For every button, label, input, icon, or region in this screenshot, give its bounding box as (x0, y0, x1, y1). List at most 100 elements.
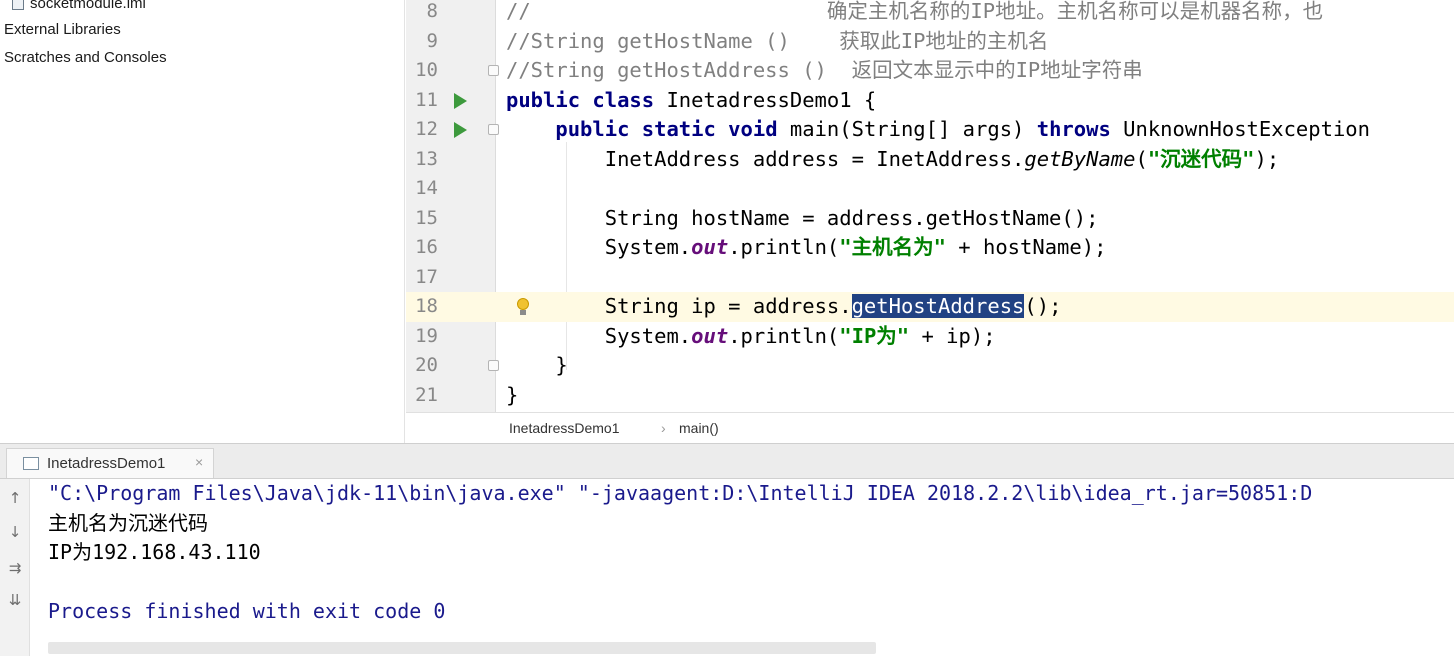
code-fragment: ( (1135, 146, 1148, 171)
fold-marker-icon[interactable] (488, 360, 499, 371)
run-tab-label: InetadressDemo1 (47, 455, 166, 472)
fold-marker-icon[interactable] (488, 65, 499, 76)
scroll-down-icon[interactable]: ↓ (3, 521, 27, 543)
keyword: throws (1036, 117, 1111, 141)
code-comment: //String getHostName () 获取此IP地址的主机名 (506, 28, 1049, 53)
code-statement: } (506, 353, 568, 377)
code-statement: System.out.println("IP为" + ip); (506, 322, 996, 352)
line-number: 13 (415, 147, 438, 170)
line-number: 18 (415, 295, 438, 317)
code-fragment: System. (604, 235, 692, 259)
code-line[interactable]: 8 // 确定主机名称的IP地址。主机名称可以是机器名称，也 (406, 0, 1454, 27)
keyword: public static void (555, 117, 778, 141)
code-statement: InetAddress address = InetAddress.getByN… (506, 145, 1279, 175)
line-number: 8 (426, 0, 438, 22)
close-icon[interactable]: × (195, 454, 203, 470)
string-literal: "主机名为" (839, 235, 946, 259)
soft-wrap-icon[interactable]: ⇉ (3, 557, 27, 579)
code-editor[interactable]: 8 // 确定主机名称的IP地址。主机名称可以是机器名称，也 9 //Strin… (406, 0, 1454, 443)
breadcrumb-method[interactable]: main() (679, 420, 719, 436)
code-fragment: System. (604, 323, 692, 348)
horizontal-scrollbar[interactable] (48, 642, 876, 654)
code-fragment: + hostName); (945, 235, 1107, 259)
run-tab[interactable]: InetadressDemo1 × (6, 448, 214, 478)
code-line[interactable]: 19 System.out.println("IP为" + ip); (406, 322, 1454, 352)
breadcrumb-class[interactable]: InetadressDemo1 (509, 420, 620, 436)
line-number: 15 (415, 206, 438, 229)
code-statement: String ip = address.getHostAddress(); (506, 292, 1061, 322)
string-literal: "沉迷代码" (1147, 146, 1255, 171)
code-line[interactable]: 17 (406, 263, 1454, 293)
code-statement: public class InetadressDemo1 { (506, 86, 876, 116)
code-line[interactable]: 20 } (406, 351, 1454, 381)
line-number: 9 (426, 29, 438, 52)
code-line[interactable]: 10 //String getHostAddress () 返回文本显示中的IP… (406, 56, 1454, 86)
code-statement: public static void main(String[] args) t… (506, 115, 1370, 145)
line-number: 10 (415, 59, 438, 81)
run-method-icon[interactable] (454, 122, 467, 138)
code-fragment: .println( (728, 323, 840, 348)
tree-item-label: Scratches and Consoles (4, 49, 167, 66)
run-class-icon[interactable] (454, 92, 467, 109)
code-line[interactable]: 16 System.out.println("主机名为" + hostName)… (406, 233, 1454, 263)
run-config-icon (23, 457, 39, 470)
run-toolbar: ↑ ↓ ⇉ ⇊ (0, 479, 30, 656)
scroll-to-end-icon[interactable]: ⇊ (3, 589, 27, 611)
console-line: 主机名为沉迷代码 (48, 510, 208, 535)
code-line[interactable]: 9 //String getHostName () 获取此IP地址的主机名 (406, 27, 1454, 57)
code-line[interactable]: 13 InetAddress address = InetAddress.get… (406, 145, 1454, 175)
run-tab-bar: InetadressDemo1 × (0, 443, 1454, 479)
code-fragment: InetadressDemo1 { (654, 87, 877, 112)
static-field: out (691, 323, 729, 348)
fold-marker-icon[interactable] (488, 124, 499, 135)
breadcrumb: InetadressDemo1 › main() (406, 412, 1454, 443)
file-icon (12, 0, 24, 10)
tree-item-external-libraries[interactable]: External Libraries (4, 18, 121, 42)
code-fragment: (); (1024, 294, 1062, 318)
code-comment: //String getHostAddress () 返回文本显示中的IP地址字… (506, 58, 1143, 82)
console-line-exit: Process finished with exit code 0 (48, 599, 446, 623)
console-output[interactable]: "C:\Program Files\Java\jdk-11\bin\java.e… (31, 479, 1454, 656)
code-statement: System.out.println("主机名为" + hostName); (506, 233, 1107, 263)
selected-text[interactable]: getHostAddress (851, 294, 1025, 318)
code-comment: // 确定主机名称的IP地址。主机名称可以是机器名称，也 (506, 0, 1324, 23)
code-line[interactable]: 15 String hostName = address.getHostName… (406, 204, 1454, 234)
code-fragment: InetAddress address = InetAddress. (604, 146, 1025, 171)
code-fragment: + ip); (909, 323, 996, 348)
code-line-current[interactable]: 18 String ip = address.getHostAddress(); (406, 292, 1454, 322)
line-number: 19 (415, 324, 438, 347)
project-tree-panel: socketmodule.iml External Libraries Scra… (0, 0, 405, 443)
string-literal: "IP为" (839, 323, 910, 348)
code-line[interactable]: 14 (406, 174, 1454, 204)
static-field: out (691, 235, 729, 259)
chevron-right-icon: › (661, 420, 666, 436)
code-fragment: ); (1254, 146, 1280, 171)
code-statement: } (506, 382, 519, 407)
console-line-command: "C:\Program Files\Java\jdk-11\bin\java.e… (48, 481, 1313, 505)
tree-item-label: External Libraries (4, 21, 121, 38)
tree-item-scratches[interactable]: Scratches and Consoles (4, 46, 167, 70)
console-line: IP为192.168.43.110 (48, 540, 261, 564)
keyword: public class (506, 87, 655, 112)
line-number: 12 (415, 118, 438, 140)
line-number: 20 (415, 354, 438, 376)
tree-item-iml-file[interactable]: socketmodule.iml (4, 0, 146, 16)
code-fragment: main(String[] args) (777, 117, 1037, 141)
line-number: 14 (415, 177, 438, 199)
code-line[interactable]: 11 public class InetadressDemo1 { (406, 86, 1454, 116)
code-line[interactable]: 12 public static void main(String[] args… (406, 115, 1454, 145)
code-line[interactable]: 21 } (406, 381, 1454, 411)
code-fragment: String ip = address. (604, 294, 852, 318)
code-statement: String hostName = address.getHostName(); (506, 205, 1099, 230)
code-fragment: .println( (728, 235, 840, 259)
line-number: 11 (415, 88, 438, 111)
line-number: 16 (415, 236, 438, 258)
code-fragment: UnknownHostException (1110, 117, 1370, 141)
line-number: 21 (415, 383, 438, 406)
scroll-up-icon[interactable]: ↑ (3, 487, 27, 509)
